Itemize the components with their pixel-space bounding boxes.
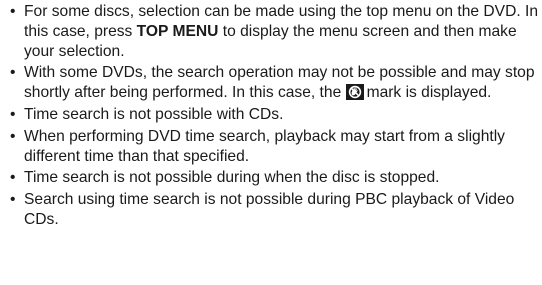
note-text: Time search is not possible during when … xyxy=(24,169,440,187)
note-disc-stopped: • Time search is not possible during whe… xyxy=(8,168,542,188)
top-menu-button-label: TOP MENU xyxy=(136,22,219,40)
bullet: • xyxy=(10,169,16,187)
note-text: Time search is not possible with CDs. xyxy=(24,105,284,123)
note-text: mark is displayed. xyxy=(366,84,492,102)
note-pbc-playback: • Search using time search is not possib… xyxy=(8,190,542,230)
bullet: • xyxy=(10,127,16,145)
note-time-search-cds: • Time search is not possible with CDs. xyxy=(8,105,542,125)
note-dvd-time-search: • When performing DVD time search, playb… xyxy=(8,127,542,167)
bullet: • xyxy=(10,3,16,20)
bullet: • xyxy=(10,64,16,82)
prohibited-hand-icon xyxy=(345,84,364,101)
bullet: • xyxy=(10,191,16,209)
note-text: When performing DVD time search, playbac… xyxy=(24,127,505,165)
note-search-not-possible: • With some DVDs, the search operation m… xyxy=(8,63,542,103)
notes-list: • For some discs, selection can be made … xyxy=(0,0,542,230)
note-text: Search using time search is not possible… xyxy=(24,191,515,228)
note-top-menu: • For some discs, selection can be made … xyxy=(8,2,542,61)
bullet: • xyxy=(10,105,16,123)
